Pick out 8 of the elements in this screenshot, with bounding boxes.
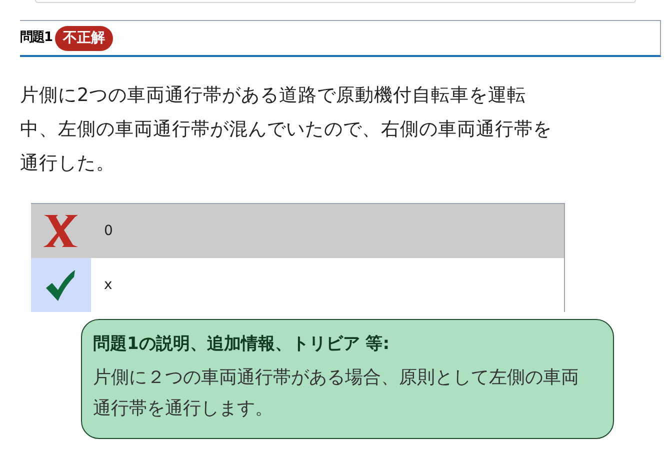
question-text: 片側に2つの車両通行帯がある道路で原動機付自転車を運転中、左側の車両通行帯が混んでいたので、右側の車両通行帯を通行した。 <box>20 84 553 176</box>
answer-option[interactable]: 0 <box>31 204 564 258</box>
question-number: 問題1 <box>20 29 52 48</box>
option-label: x <box>104 276 112 294</box>
explanation-title: 問題1の説明、追加情報、トリビア 等: <box>93 333 391 356</box>
result-badge: 不正解 <box>55 26 114 50</box>
explanation-text: 片側に２つの車両通行帯がある場合、原則として左側の車両通行帯を通行します。 <box>93 366 580 420</box>
option-label: 0 <box>104 222 113 240</box>
